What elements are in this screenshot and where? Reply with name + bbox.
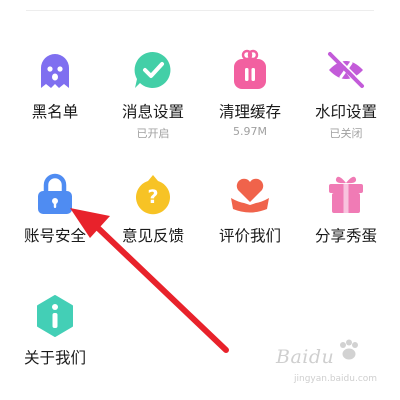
watermark-icon (324, 48, 368, 92)
blacklist-item[interactable]: 黑名单 (5, 48, 105, 144)
feedback-label: 意见反馈 (121, 227, 184, 245)
info-hexagon-icon (33, 294, 77, 338)
watermark-status: 已关闭 (329, 127, 363, 140)
account-security-label: 账号安全 (23, 227, 86, 245)
message-settings-status: 已开启 (136, 127, 170, 140)
account-security-item[interactable]: 账号安全 (5, 172, 105, 268)
clear-cache-item[interactable]: 清理缓存 5.97M (200, 48, 300, 144)
heart-hand-icon (228, 172, 272, 216)
lock-icon (33, 172, 77, 216)
rate-us-label: 评价我们 (218, 227, 281, 245)
ghost-icon (33, 48, 77, 92)
share-label: 分享秀蛋 (314, 227, 377, 245)
gift-icon (324, 172, 368, 216)
chat-check-icon (131, 48, 175, 92)
svg-text:?: ? (147, 186, 158, 208)
message-settings-label: 消息设置 (121, 103, 184, 121)
watermark-settings-label: 水印设置 (314, 103, 377, 121)
rate-us-item[interactable]: 评价我们 (200, 172, 300, 268)
cache-size: 5.97M (233, 125, 267, 138)
share-item[interactable]: 分享秀蛋 (296, 172, 396, 268)
watermark-settings-item[interactable]: 水印设置 已关闭 (296, 48, 396, 144)
feedback-item[interactable]: ? 意见反馈 (103, 172, 203, 268)
blacklist-label: 黑名单 (31, 103, 79, 121)
question-chick-icon: ? (131, 172, 175, 216)
settings-grid: 黑名单 消息设置 已开启 清理缓存 5.97M 水印设置 已关闭 账号安全 ? … (0, 0, 400, 400)
message-settings-item[interactable]: 消息设置 已开启 (103, 48, 203, 144)
about-us-item[interactable]: 关于我们 (5, 294, 105, 390)
clear-cache-label: 清理缓存 (218, 103, 281, 121)
about-us-label: 关于我们 (23, 349, 86, 367)
trash-bag-icon (228, 48, 272, 92)
